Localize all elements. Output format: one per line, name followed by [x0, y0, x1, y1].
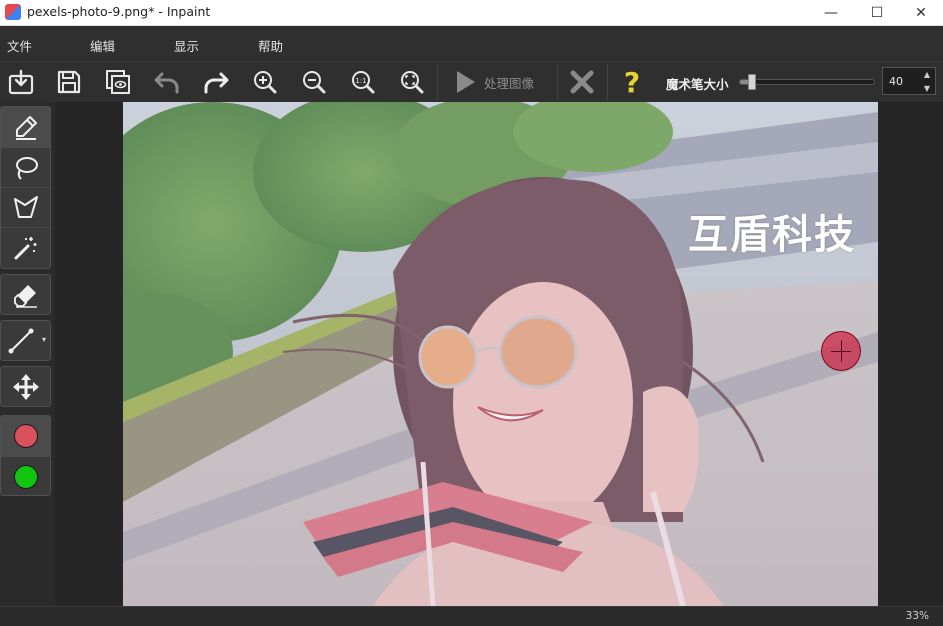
marker-icon	[15, 116, 37, 140]
tool-panel: ▾	[0, 102, 55, 606]
cancel-icon	[570, 70, 594, 94]
undo-icon	[154, 72, 179, 94]
zoom-fit-button[interactable]	[394, 64, 430, 100]
app-logo-icon	[5, 4, 21, 20]
menu-bar: 文件 编辑 显示 帮助	[0, 26, 943, 62]
svg-text:?: ?	[624, 67, 640, 97]
status-bar: 33%	[0, 606, 943, 626]
redo-icon	[204, 72, 229, 94]
eraser-tool-button[interactable]	[1, 275, 50, 315]
zoom-actual-icon: 1:1	[352, 71, 375, 94]
zoom-in-button[interactable]	[247, 64, 283, 100]
marker-tool-button[interactable]	[1, 107, 50, 147]
zoom-in-icon	[254, 71, 277, 94]
move-tool-button[interactable]	[1, 367, 50, 407]
zoom-actual-button[interactable]: 1:1	[345, 64, 381, 100]
lasso-icon	[15, 156, 38, 180]
open-icon	[8, 69, 34, 95]
move-tool-group	[0, 366, 51, 407]
title-bar: pexels-photo-9.png* - Inpaint — ☐ ✕	[0, 0, 943, 26]
donor-color-swatch	[13, 464, 38, 489]
lasso-tool-button[interactable]	[1, 147, 50, 187]
magic-wand-tool-button[interactable]	[1, 227, 50, 267]
process-image-label: 处理图像	[484, 75, 535, 91]
toolbar-separator	[557, 64, 558, 100]
toolbar-separator	[607, 64, 608, 100]
selection-tools-group	[0, 106, 51, 269]
close-button[interactable]: ✕	[898, 0, 943, 26]
polygon-lasso-icon	[13, 195, 38, 218]
photo-image	[123, 102, 878, 606]
save-icon	[57, 70, 81, 94]
window-title: pexels-photo-9.png* - Inpaint	[27, 4, 211, 19]
menu-view[interactable]: 显示	[174, 36, 199, 55]
brush-size-increment[interactable]: ▲	[920, 68, 934, 81]
zoom-level-readout: 33%	[905, 610, 929, 622]
inpaint-window: pexels-photo-9.png* - Inpaint — ☐ ✕ 文件 编…	[0, 0, 943, 626]
cancel-button[interactable]	[564, 64, 600, 100]
brush-size-slider-thumb[interactable]	[748, 74, 756, 90]
undo-button[interactable]	[149, 64, 185, 100]
open-button[interactable]	[3, 64, 39, 100]
menu-edit[interactable]: 编辑	[90, 36, 115, 55]
line-tool-dropdown-icon[interactable]: ▾	[42, 335, 46, 344]
menu-help[interactable]: 帮助	[258, 36, 283, 55]
mask-color-button[interactable]	[1, 416, 50, 456]
move-icon	[12, 374, 39, 400]
eraser-icon	[13, 285, 37, 308]
donor-color-button[interactable]	[1, 456, 50, 496]
watermark-text: 互盾科技	[688, 212, 856, 258]
brush-size-decrement[interactable]: ▼	[920, 82, 934, 95]
polygon-lasso-tool-button[interactable]	[1, 187, 50, 227]
color-tools-group	[0, 415, 51, 496]
preview-button[interactable]	[100, 64, 136, 100]
zoom-out-button[interactable]	[296, 64, 332, 100]
help-button[interactable]: ?	[614, 64, 650, 100]
line-icon	[8, 328, 34, 354]
brush-cursor	[821, 331, 861, 371]
magic-wand-icon	[14, 236, 36, 259]
photo-canvas[interactable]: 互盾科技	[123, 102, 878, 606]
eraser-tool-group	[0, 274, 51, 315]
save-button[interactable]	[51, 64, 87, 100]
toolbar-separator	[437, 64, 438, 100]
minimize-button[interactable]: —	[808, 0, 854, 26]
mask-color-swatch	[13, 424, 38, 448]
zoom-out-icon	[303, 71, 326, 94]
toolbar: 1:1 处理图像 ? 魔术笔大小 40 ▲ ▼	[0, 62, 943, 102]
brush-size-slider[interactable]	[739, 74, 875, 90]
play-icon	[457, 71, 475, 93]
brush-size-label: 魔术笔大小	[666, 77, 729, 92]
zoom-fit-icon	[401, 71, 424, 94]
preview-icon	[106, 70, 130, 94]
maximize-button[interactable]: ☐	[854, 0, 900, 26]
svg-text:1:1: 1:1	[355, 77, 366, 85]
menu-file[interactable]: 文件	[7, 36, 32, 55]
line-tool-group: ▾	[0, 320, 51, 361]
redo-button[interactable]	[198, 64, 234, 100]
line-tool-button[interactable]	[1, 321, 41, 361]
process-image-button[interactable]: 处理图像	[446, 64, 550, 100]
help-icon: ?	[624, 67, 640, 97]
canvas-area[interactable]: 互盾科技	[55, 102, 943, 606]
